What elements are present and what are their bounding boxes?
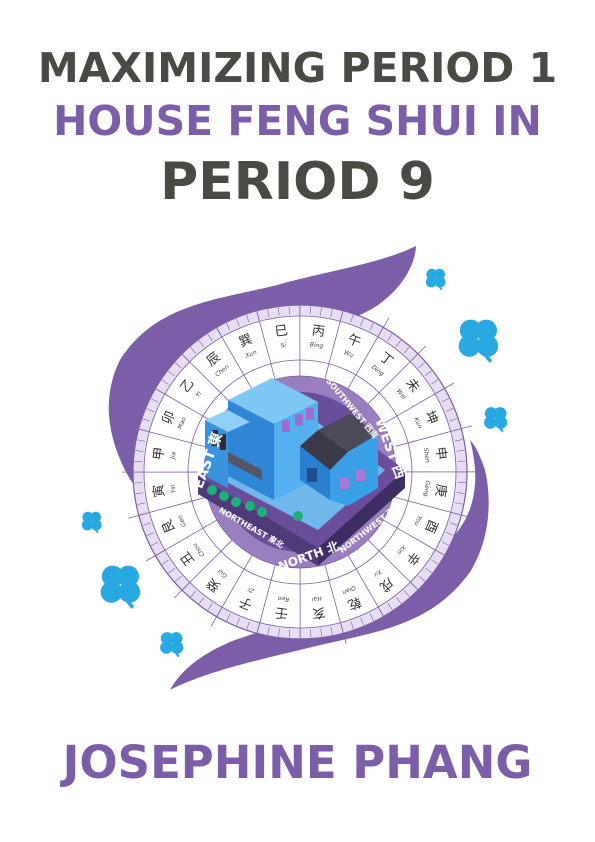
mountain-pinyin: Yin bbox=[170, 484, 178, 494]
clover-icon bbox=[458, 319, 499, 363]
clover-icon bbox=[484, 407, 508, 433]
title-line-1: MAXIMIZING PERIOD 1 bbox=[37, 44, 558, 92]
mountain-char: 甲 bbox=[151, 446, 168, 461]
clover-icon bbox=[81, 511, 102, 534]
mountain-char: 巳 bbox=[274, 323, 289, 340]
author-name: JOSEPHINE PHANG bbox=[62, 736, 533, 789]
clover-icon bbox=[160, 632, 184, 658]
mountain-char: 寅 bbox=[150, 483, 168, 498]
mountain-pinyin: Hai bbox=[311, 594, 322, 602]
mountain-char: 亥 bbox=[311, 604, 326, 621]
mountain-pinyin: Jia bbox=[170, 451, 178, 460]
mountain-char: 丙 bbox=[311, 323, 326, 340]
mountain-char: 壬 bbox=[274, 604, 289, 621]
clover-icon bbox=[425, 268, 446, 291]
title-line-3: PERIOD 9 bbox=[160, 152, 435, 212]
mountain-char: 申 bbox=[432, 446, 449, 461]
sector-label: S1 bbox=[308, 364, 320, 374]
book-cover: MAXIMIZING PERIOD 1 HOUSE FENG SHUI IN P… bbox=[0, 0, 595, 842]
mountain-char: 庚 bbox=[432, 483, 450, 498]
clover-icon bbox=[100, 565, 141, 609]
cover-illustration: 丙Bing 午Wu 丁Ding未Wei坤Kun申Shen庚Geng酉You辛Xin戌… bbox=[108, 246, 489, 690]
title-line-2: HOUSE FENG SHUI IN bbox=[53, 97, 542, 145]
